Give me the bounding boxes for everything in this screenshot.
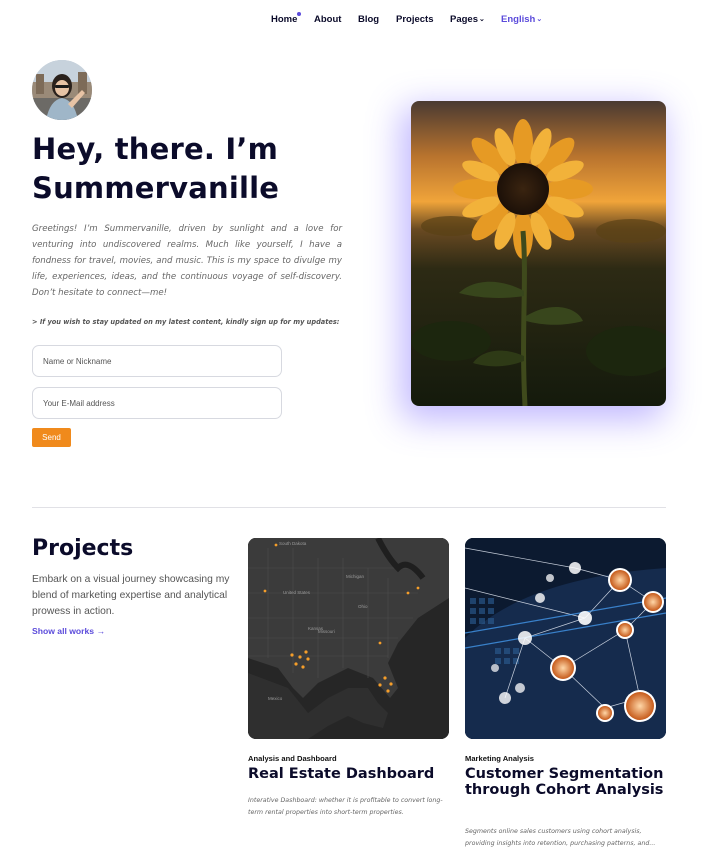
svg-text:Missouri: Missouri bbox=[318, 629, 335, 634]
nav-projects[interactable]: Projects bbox=[396, 14, 434, 25]
send-button[interactable]: Send bbox=[32, 428, 71, 447]
language-label: English bbox=[501, 14, 536, 25]
nav-home-label: Home bbox=[271, 14, 298, 25]
avatar bbox=[32, 60, 92, 120]
language-selector[interactable]: English⌄ bbox=[501, 14, 542, 25]
sunflower-photo bbox=[411, 101, 666, 406]
signup-note: > If you wish to stay updated on my late… bbox=[32, 318, 340, 326]
card-category: Marketing Analysis bbox=[465, 754, 534, 763]
chevron-down-icon: ⌄ bbox=[479, 16, 485, 23]
card-title[interactable]: Customer Segmentation through Cohort Ana… bbox=[465, 766, 670, 798]
show-all-works-link[interactable]: Show all works → bbox=[32, 626, 105, 636]
svg-text:South Dakota: South Dakota bbox=[279, 541, 307, 546]
nav-about[interactable]: About bbox=[314, 14, 341, 25]
projects-heading: Projects bbox=[32, 536, 134, 561]
svg-text:Ohio: Ohio bbox=[358, 604, 368, 609]
intro-paragraph: Greetings! I’m Summervanille, driven by … bbox=[32, 224, 342, 298]
section-divider bbox=[32, 507, 666, 508]
nav-blog[interactable]: Blog bbox=[358, 14, 379, 25]
active-indicator-dot bbox=[297, 12, 302, 16]
svg-text:United States: United States bbox=[283, 590, 311, 595]
svg-text:Michigan: Michigan bbox=[346, 574, 365, 579]
nav-pages-dropdown[interactable]: Pages⌄ bbox=[450, 14, 485, 25]
chevron-down-icon: ⌄ bbox=[536, 16, 543, 23]
nav-home[interactable]: Home bbox=[271, 12, 302, 25]
project-thumbnail-map[interactable]: South Dakota United States Kansas Ohio M… bbox=[248, 538, 449, 739]
svg-text:Mexico: Mexico bbox=[268, 696, 283, 701]
top-nav: Home About Blog Projects Pages⌄ English⌄ bbox=[0, 12, 709, 28]
projects-description: Embark on a visual journey showcasing my… bbox=[32, 574, 230, 617]
name-input[interactable] bbox=[32, 345, 282, 377]
card-category: Analysis and Dashboard bbox=[248, 754, 337, 763]
card-description: Segments online sales customers using co… bbox=[465, 828, 656, 847]
page-title: Hey, there. I’m Summervanille bbox=[32, 132, 280, 205]
card-title[interactable]: Real Estate Dashboard bbox=[248, 766, 453, 782]
email-input[interactable] bbox=[32, 387, 282, 419]
project-thumbnail-network[interactable] bbox=[465, 538, 666, 739]
card-description: Interative Dashboard: whether it is prof… bbox=[248, 797, 443, 816]
nav-pages-label: Pages bbox=[450, 14, 478, 25]
